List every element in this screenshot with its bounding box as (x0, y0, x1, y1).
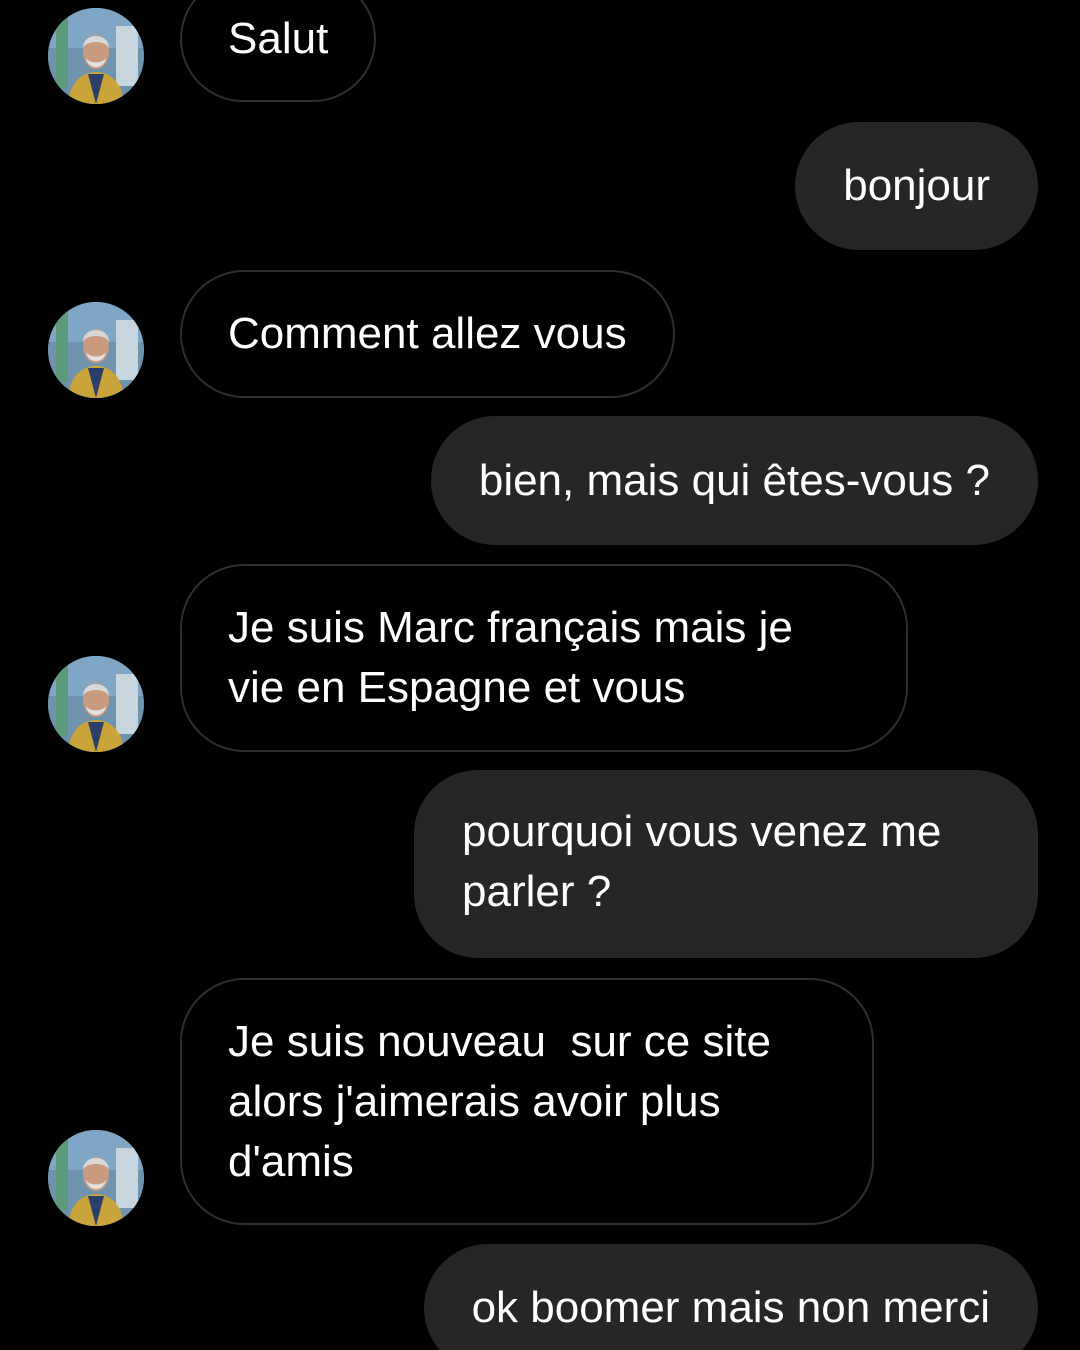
contact-avatar[interactable] (48, 8, 144, 104)
contact-avatar[interactable] (48, 1130, 144, 1226)
sent-message[interactable]: ok boomer mais non merci (423, 1244, 1038, 1350)
contact-avatar[interactable] (48, 656, 144, 752)
received-message[interactable]: Salut (180, 0, 377, 102)
contact-avatar[interactable] (48, 302, 144, 398)
message-thread[interactable]: Salut bonjour Comment allez vous bien, m… (0, 0, 1080, 1350)
received-message[interactable]: Je suis Marc français mais je vie en Esp… (180, 564, 908, 752)
sent-message[interactable]: pourquoi vous venez me parler ? (414, 770, 1038, 958)
sent-message[interactable]: bien, mais qui êtes-vous ? (430, 416, 1038, 545)
received-message[interactable]: Je suis nouveau sur ce site alors j'aime… (180, 978, 874, 1225)
sent-message[interactable]: bonjour (795, 122, 1038, 250)
received-message[interactable]: Comment allez vous (180, 270, 675, 398)
